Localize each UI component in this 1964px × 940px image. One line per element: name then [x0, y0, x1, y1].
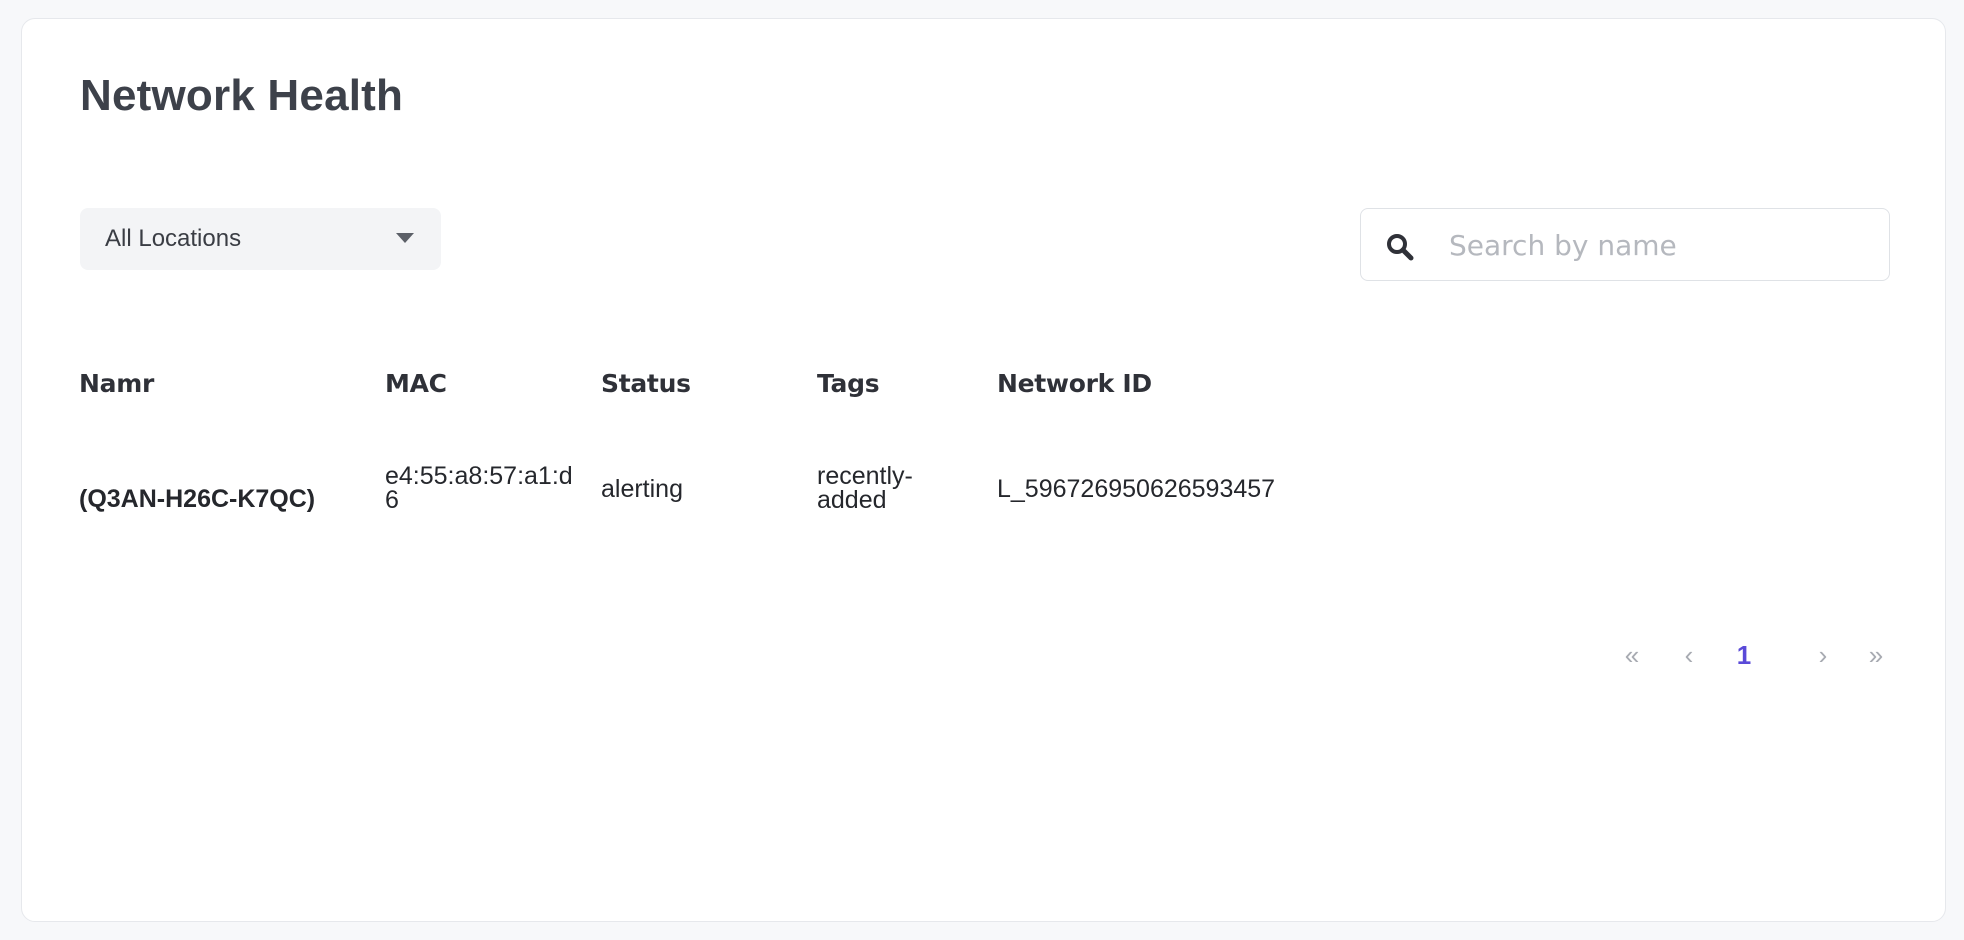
device-name[interactable]: (Q3AN-H26C-K7QC): [79, 487, 315, 512]
column-header-tags[interactable]: Tags: [817, 369, 880, 398]
search-box[interactable]: [1360, 208, 1890, 281]
device-network-id: L_596726950626593457: [997, 475, 1276, 503]
location-dropdown-value: All Locations: [105, 225, 242, 252]
page-title: Network Health: [80, 71, 404, 120]
device-mac-line-1: e4:55:a8:57:a1:d: [385, 462, 573, 490]
column-header-mac[interactable]: MAC: [385, 369, 447, 398]
previous-page-icon[interactable]: ‹: [1674, 633, 1704, 677]
device-mac-line-2: 6: [385, 486, 399, 514]
column-header-network-id[interactable]: Network ID: [997, 369, 1152, 398]
next-page-icon[interactable]: ›: [1808, 633, 1838, 677]
page-number-current[interactable]: 1: [1724, 633, 1764, 677]
column-header-status[interactable]: Status: [601, 369, 691, 398]
device-status: alerting: [601, 475, 683, 503]
device-tags-line-1: recently-: [817, 462, 913, 490]
search-icon: [1387, 234, 1414, 261]
network-health-card: Network Health All Locations Namr MAC St…: [21, 18, 1946, 922]
last-page-icon[interactable]: »: [1861, 633, 1891, 677]
search-input[interactable]: [1449, 223, 1869, 267]
device-mac: e4:55:a8:57:a1:d 6: [385, 462, 573, 514]
column-header-name[interactable]: Namr: [79, 369, 154, 398]
device-tags-line-2: added: [817, 486, 887, 514]
first-page-icon[interactable]: «: [1617, 633, 1647, 677]
device-tags: recently- added: [817, 462, 913, 514]
chevron-down-icon: [396, 233, 414, 243]
location-dropdown[interactable]: All Locations: [80, 208, 441, 270]
